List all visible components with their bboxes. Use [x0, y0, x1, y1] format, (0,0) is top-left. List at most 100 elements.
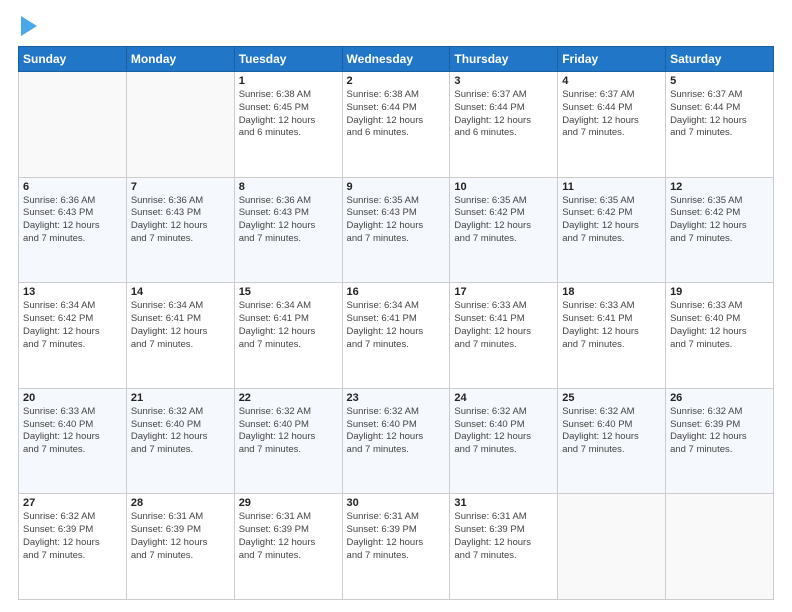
day-of-week-header: Friday [558, 47, 666, 72]
day-info: Sunrise: 6:35 AM Sunset: 6:42 PM Dayligh… [562, 195, 661, 246]
day-of-week-header: Tuesday [234, 47, 342, 72]
day-number: 16 [347, 286, 446, 298]
day-number: 19 [670, 286, 769, 298]
day-info: Sunrise: 6:31 AM Sunset: 6:39 PM Dayligh… [347, 511, 446, 562]
calendar-day-cell: 17 Sunrise: 6:33 AM Sunset: 6:41 PM Dayli… [450, 283, 558, 389]
day-number: 3 [454, 75, 553, 87]
calendar-week-row: 6 Sunrise: 6:36 AM Sunset: 6:43 PM Daylig… [19, 177, 774, 283]
day-of-week-header: Monday [126, 47, 234, 72]
calendar-day-cell: 12 Sunrise: 6:35 AM Sunset: 6:42 PM Dayli… [666, 177, 774, 283]
day-number: 21 [131, 392, 230, 404]
day-info: Sunrise: 6:32 AM Sunset: 6:39 PM Dayligh… [670, 406, 769, 457]
header [18, 18, 774, 36]
calendar-day-cell: 18 Sunrise: 6:33 AM Sunset: 6:41 PM Dayli… [558, 283, 666, 389]
calendar-week-row: 27 Sunrise: 6:32 AM Sunset: 6:39 PM Dayli… [19, 494, 774, 600]
page: SundayMondayTuesdayWednesdayThursdayFrid… [0, 0, 792, 612]
calendar-day-cell: 6Sunrise: 6:36 AM Sunset: 6:43 PM Daylig… [19, 177, 127, 283]
day-info: Sunrise: 6:34 AM Sunset: 6:41 PM Dayligh… [239, 300, 338, 351]
day-info: Sunrise: 6:32 AM Sunset: 6:40 PM Dayligh… [562, 406, 661, 457]
calendar-day-cell: 26 Sunrise: 6:32 AM Sunset: 6:39 PM Dayli… [666, 388, 774, 494]
calendar-day-cell: 10 Sunrise: 6:35 AM Sunset: 6:42 PM Dayli… [450, 177, 558, 283]
day-number: 6 [23, 181, 122, 193]
day-info: Sunrise: 6:36 AM Sunset: 6:43 PM Dayligh… [131, 195, 230, 246]
calendar-day-cell [19, 72, 127, 178]
calendar-week-row: 13 Sunrise: 6:34 AM Sunset: 6:42 PM Dayli… [19, 283, 774, 389]
day-number: 31 [454, 497, 553, 509]
day-number: 17 [454, 286, 553, 298]
calendar-day-cell: 2 Sunrise: 6:38 AM Sunset: 6:44 PM Daylig… [342, 72, 450, 178]
day-info: Sunrise: 6:32 AM Sunset: 6:40 PM Dayligh… [454, 406, 553, 457]
calendar-day-cell: 31 Sunrise: 6:31 AM Sunset: 6:39 PM Dayli… [450, 494, 558, 600]
day-info: Sunrise: 6:33 AM Sunset: 6:41 PM Dayligh… [562, 300, 661, 351]
calendar-day-cell [126, 72, 234, 178]
day-number: 24 [454, 392, 553, 404]
day-number: 1 [239, 75, 338, 87]
calendar-day-cell: 21 Sunrise: 6:32 AM Sunset: 6:40 PM Dayli… [126, 388, 234, 494]
day-info: Sunrise: 6:32 AM Sunset: 6:40 PM Dayligh… [347, 406, 446, 457]
day-info: Sunrise: 6:34 AM Sunset: 6:41 PM Dayligh… [347, 300, 446, 351]
day-number: 23 [347, 392, 446, 404]
day-number: 12 [670, 181, 769, 193]
day-number: 28 [131, 497, 230, 509]
day-of-week-header: Saturday [666, 47, 774, 72]
day-info: Sunrise: 6:34 AM Sunset: 6:41 PM Dayligh… [131, 300, 230, 351]
day-info: Sunrise: 6:31 AM Sunset: 6:39 PM Dayligh… [131, 511, 230, 562]
calendar-day-cell: 19 Sunrise: 6:33 AM Sunset: 6:40 PM Dayli… [666, 283, 774, 389]
day-number: 30 [347, 497, 446, 509]
day-number: 14 [131, 286, 230, 298]
logo [18, 18, 37, 36]
calendar-day-cell: 13 Sunrise: 6:34 AM Sunset: 6:42 PM Dayli… [19, 283, 127, 389]
day-info: Sunrise: 6:32 AM Sunset: 6:39 PM Dayligh… [23, 511, 122, 562]
day-number: 8 [239, 181, 338, 193]
day-number: 5 [670, 75, 769, 87]
day-info: Sunrise: 6:37 AM Sunset: 6:44 PM Dayligh… [670, 89, 769, 140]
day-info: Sunrise: 6:35 AM Sunset: 6:42 PM Dayligh… [670, 195, 769, 246]
calendar-day-cell: 3 Sunrise: 6:37 AM Sunset: 6:44 PM Daylig… [450, 72, 558, 178]
day-info: Sunrise: 6:38 AM Sunset: 6:44 PM Dayligh… [347, 89, 446, 140]
day-info: Sunrise: 6:37 AM Sunset: 6:44 PM Dayligh… [562, 89, 661, 140]
calendar-day-cell: 7 Sunrise: 6:36 AM Sunset: 6:43 PM Daylig… [126, 177, 234, 283]
day-info: Sunrise: 6:32 AM Sunset: 6:40 PM Dayligh… [239, 406, 338, 457]
day-number: 7 [131, 181, 230, 193]
calendar-table: SundayMondayTuesdayWednesdayThursdayFrid… [18, 46, 774, 600]
calendar-day-cell: 27 Sunrise: 6:32 AM Sunset: 6:39 PM Dayli… [19, 494, 127, 600]
day-info: Sunrise: 6:35 AM Sunset: 6:42 PM Dayligh… [454, 195, 553, 246]
calendar-day-cell: 8 Sunrise: 6:36 AM Sunset: 6:43 PM Daylig… [234, 177, 342, 283]
day-number: 20 [23, 392, 122, 404]
calendar-day-cell: 9Sunrise: 6:35 AM Sunset: 6:43 PM Daylig… [342, 177, 450, 283]
calendar-day-cell: 30 Sunrise: 6:31 AM Sunset: 6:39 PM Dayli… [342, 494, 450, 600]
day-number: 29 [239, 497, 338, 509]
calendar-day-cell: 24 Sunrise: 6:32 AM Sunset: 6:40 PM Dayli… [450, 388, 558, 494]
calendar-day-cell: 14 Sunrise: 6:34 AM Sunset: 6:41 PM Dayli… [126, 283, 234, 389]
calendar-day-cell: 29Sunrise: 6:31 AM Sunset: 6:39 PM Dayli… [234, 494, 342, 600]
calendar-day-cell: 20 Sunrise: 6:33 AM Sunset: 6:40 PM Dayli… [19, 388, 127, 494]
day-number: 10 [454, 181, 553, 193]
day-info: Sunrise: 6:34 AM Sunset: 6:42 PM Dayligh… [23, 300, 122, 351]
calendar-day-cell: 28 Sunrise: 6:31 AM Sunset: 6:39 PM Dayli… [126, 494, 234, 600]
day-number: 18 [562, 286, 661, 298]
calendar-day-cell: 16 Sunrise: 6:34 AM Sunset: 6:41 PM Dayli… [342, 283, 450, 389]
calendar-header-row: SundayMondayTuesdayWednesdayThursdayFrid… [19, 47, 774, 72]
day-of-week-header: Wednesday [342, 47, 450, 72]
calendar-week-row: 1 Sunrise: 6:38 AM Sunset: 6:45 PM Daylig… [19, 72, 774, 178]
day-number: 26 [670, 392, 769, 404]
day-info: Sunrise: 6:33 AM Sunset: 6:41 PM Dayligh… [454, 300, 553, 351]
day-number: 22 [239, 392, 338, 404]
day-info: Sunrise: 6:31 AM Sunset: 6:39 PM Dayligh… [454, 511, 553, 562]
day-number: 2 [347, 75, 446, 87]
day-info: Sunrise: 6:35 AM Sunset: 6:43 PM Dayligh… [347, 195, 446, 246]
logo-arrow-icon [21, 16, 37, 36]
day-number: 11 [562, 181, 661, 193]
day-info: Sunrise: 6:32 AM Sunset: 6:40 PM Dayligh… [131, 406, 230, 457]
day-info: Sunrise: 6:37 AM Sunset: 6:44 PM Dayligh… [454, 89, 553, 140]
day-of-week-header: Sunday [19, 47, 127, 72]
day-number: 13 [23, 286, 122, 298]
day-number: 27 [23, 497, 122, 509]
day-info: Sunrise: 6:33 AM Sunset: 6:40 PM Dayligh… [670, 300, 769, 351]
day-info: Sunrise: 6:36 AM Sunset: 6:43 PM Dayligh… [239, 195, 338, 246]
calendar-day-cell: 1 Sunrise: 6:38 AM Sunset: 6:45 PM Daylig… [234, 72, 342, 178]
day-of-week-header: Thursday [450, 47, 558, 72]
day-info: Sunrise: 6:38 AM Sunset: 6:45 PM Dayligh… [239, 89, 338, 140]
calendar-day-cell: 25Sunrise: 6:32 AM Sunset: 6:40 PM Dayli… [558, 388, 666, 494]
day-info: Sunrise: 6:33 AM Sunset: 6:40 PM Dayligh… [23, 406, 122, 457]
